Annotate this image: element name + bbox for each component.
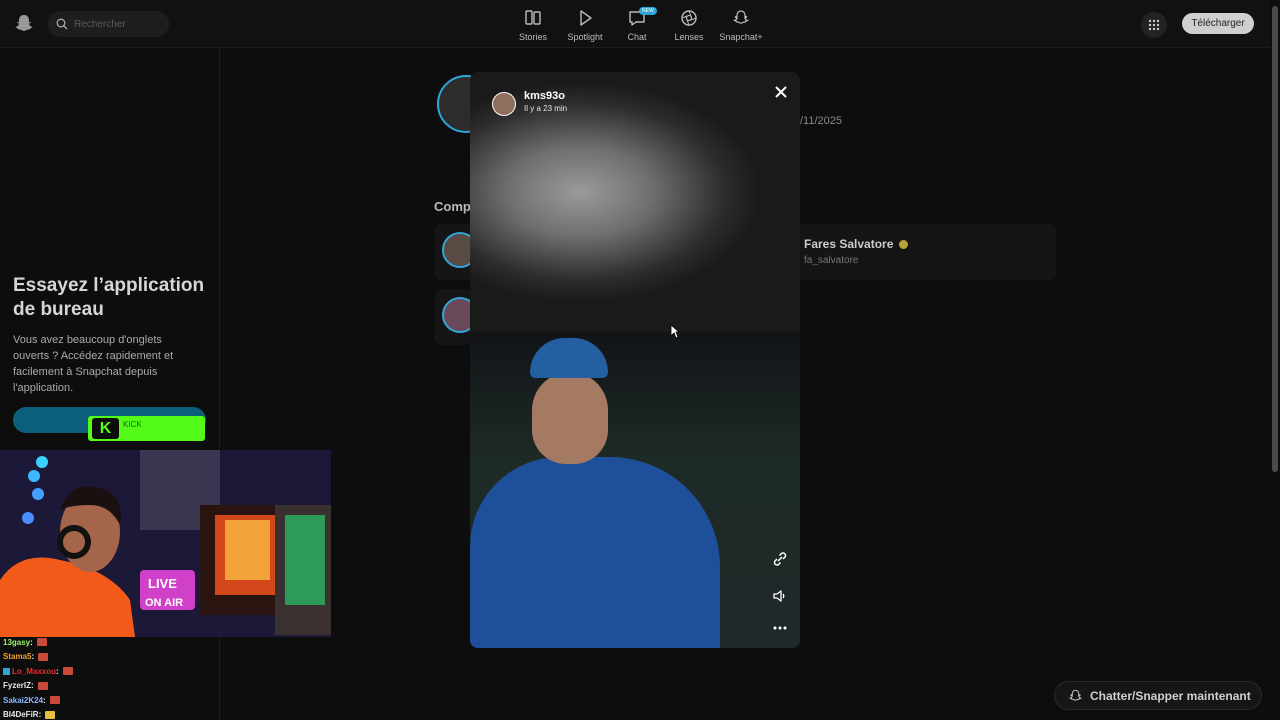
chat-message: Stama5 :: [3, 650, 123, 665]
chat-username: Lo_Maxxou: [12, 666, 57, 676]
chat-now-button[interactable]: Chatter/Snapper maintenant: [1054, 681, 1262, 710]
suggested-name: Fares Salvatore: [804, 237, 909, 251]
play-icon: [580, 10, 592, 26]
scrollbar-thumb[interactable]: [1272, 6, 1278, 472]
grid-icon: [1148, 19, 1160, 31]
search-icon: [56, 18, 68, 30]
volume-icon[interactable]: [771, 587, 789, 605]
svg-text:LIVE: LIVE: [148, 576, 177, 591]
emote-icon: [49, 696, 60, 705]
kick-label: KICK: [123, 420, 142, 429]
suggested-card[interactable]: [434, 289, 478, 345]
close-icon[interactable]: [770, 81, 792, 103]
link-icon[interactable]: [771, 550, 789, 568]
nav-spotlight[interactable]: Spotlight: [559, 8, 611, 42]
promo-text: Vous avez beaucoup d'onglets ouverts ? A…: [13, 334, 174, 394]
svg-text:ON AIR: ON AIR: [145, 597, 183, 609]
chat-username: FyzerIZ: [3, 681, 32, 691]
kick-logo: K: [92, 418, 119, 439]
nav-lenses-label: Lenses: [674, 32, 704, 42]
chat-sep: :: [31, 681, 34, 691]
chat-message: Sakai2K24 :: [3, 693, 123, 708]
snapchat-plus-icon: [732, 10, 750, 24]
chat-username: Bl4DeFiR: [3, 710, 39, 720]
verified-icon: [899, 240, 909, 250]
chat-username: Sakai2K24: [3, 695, 44, 705]
profile-date: /11/2025: [800, 115, 843, 127]
lens-icon: [681, 10, 697, 26]
search-input[interactable]: [74, 18, 162, 30]
kick-overlay: K KICK: [88, 416, 205, 441]
stories-icon: [525, 10, 541, 25]
chat-sep: :: [38, 710, 42, 720]
story-person-face: [532, 372, 608, 464]
stream-chat: 13gasy : Stama5 : Lo_Maxxou : FyzerIZ : …: [3, 635, 123, 720]
nav-stories-label: Stories: [518, 32, 547, 42]
chat-message: Lo_Maxxou :: [3, 664, 123, 679]
nav-spotlight-label: Spotlight: [567, 32, 603, 42]
chat-message: Bl4DeFiR :: [3, 708, 123, 720]
emote-icon: [62, 667, 73, 676]
nav-snapchat-plus-label: Snapchat+: [719, 32, 763, 42]
chat-sep: :: [31, 652, 35, 662]
story-username[interactable]: kms93o: [524, 90, 565, 102]
story-media-top: [470, 72, 800, 372]
chat-sep: :: [56, 666, 59, 676]
section-heading: Compt: [434, 199, 476, 214]
chat-now-label: Chatter/Snapper maintenant: [1090, 688, 1251, 703]
suggested-card-fares[interactable]: [790, 224, 1056, 280]
top-bar: Stories Spotlight NEW Chat Lenses Snapch…: [0, 0, 1270, 48]
story-person-jacket: [470, 457, 720, 648]
nav-lenses[interactable]: Lenses: [663, 8, 715, 42]
story-timestamp: Il y a 23 min: [524, 104, 568, 113]
streamer-webcam: LIVE ON AIR: [0, 450, 331, 637]
chat-username: 13gasy: [3, 637, 31, 647]
emote-icon: [37, 681, 48, 690]
more-icon[interactable]: [771, 619, 789, 637]
search-bar[interactable]: [48, 11, 169, 37]
apps-grid-button[interactable]: [1141, 12, 1167, 38]
nav-snapchat-plus[interactable]: Snapchat+: [715, 8, 767, 42]
new-badge: NEW: [639, 7, 657, 15]
ghost-icon: [1069, 689, 1082, 701]
chat-username: Stama5: [3, 652, 32, 662]
promo-title: Essayez l’application de bureau: [13, 275, 205, 320]
webcam-scene: LIVE ON AIR: [0, 450, 331, 637]
page-scrollbar[interactable]: [1270, 0, 1280, 720]
snapchat-ghost-icon[interactable]: [14, 13, 34, 33]
main-nav: Stories Spotlight NEW Chat Lenses Snapch…: [507, 7, 767, 42]
story-user-avatar[interactable]: [492, 92, 516, 116]
chat-message: 13gasy :: [3, 635, 123, 650]
chat-message: FyzerIZ :: [3, 679, 123, 694]
badge-icon: [3, 667, 10, 675]
nav-stories[interactable]: Stories: [507, 8, 559, 42]
emote-icon: [38, 652, 49, 661]
nav-chat[interactable]: NEW Chat: [611, 7, 663, 42]
nav-chat-label: Chat: [627, 32, 647, 42]
chat-sep: :: [30, 637, 33, 647]
mouse-cursor-icon: [670, 324, 680, 339]
chat-sep: :: [43, 695, 46, 705]
emote-icon: [45, 710, 56, 719]
suggested-name-text: Fares Salvatore: [804, 237, 894, 251]
emote-icon: [36, 638, 47, 647]
download-button[interactable]: Télécharger: [1182, 13, 1254, 34]
suggested-card[interactable]: [434, 224, 478, 280]
suggested-username: fa_salvatore: [804, 255, 859, 266]
story-viewer[interactable]: kms93o Il y a 23 min: [470, 72, 800, 648]
